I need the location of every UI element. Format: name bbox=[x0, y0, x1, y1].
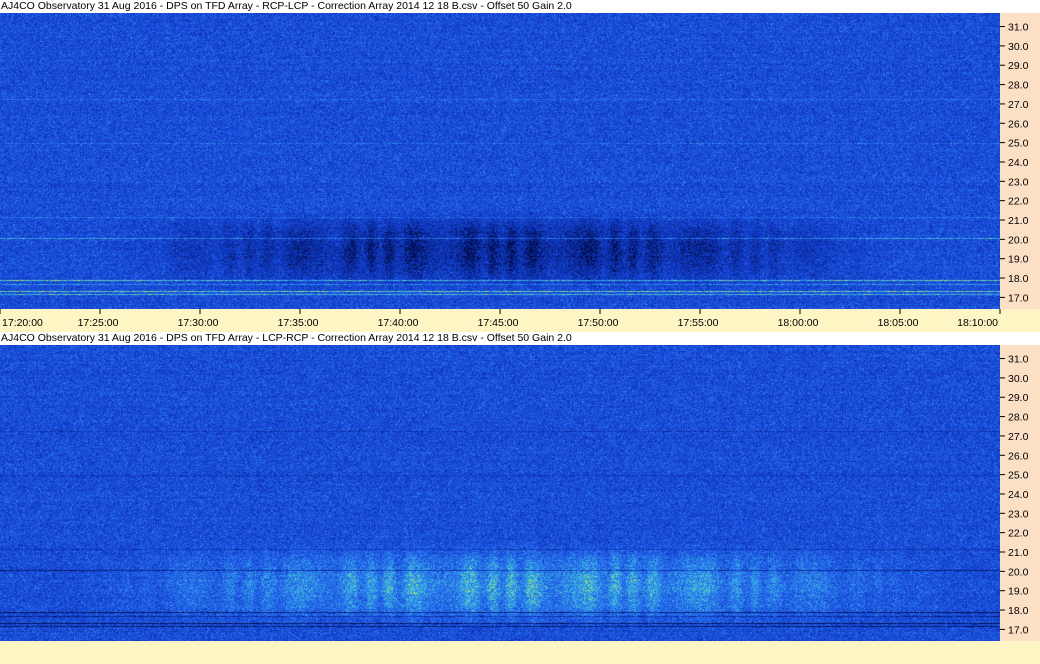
y-tick-label-1-6: 25.0 bbox=[1008, 470, 1029, 482]
x-tick-label-0-5: 17:45:00 bbox=[478, 317, 519, 329]
y-tick-label-1-1: 30.0 bbox=[1008, 373, 1029, 385]
y-tick-label-1-14: 17.0 bbox=[1008, 624, 1029, 636]
y-tick-label-1-13: 18.0 bbox=[1008, 605, 1029, 617]
frequency-axis-lcp-rcp: 31.0 30.0 29.0 28.0 27.0 26.0 25.0 24.0 23.0 22.0… bbox=[1000, 345, 1040, 641]
y-tick-label-0-14: 17.0 bbox=[1008, 292, 1029, 304]
x-tick-label-0-2: 17:30:00 bbox=[178, 317, 219, 329]
x-tick-label-0-3: 17:35:00 bbox=[278, 317, 319, 329]
time-axis-lcp-rcp bbox=[0, 641, 1040, 664]
y-tick-label-0-13: 18.0 bbox=[1008, 273, 1029, 285]
panel-title-rcp-lcp: AJ4CO Observatory 31 Aug 2016 - DPS on T… bbox=[1, 0, 572, 12]
y-tick-label-1-5: 26.0 bbox=[1008, 450, 1029, 462]
y-tick-label-1-0: 31.0 bbox=[1008, 354, 1029, 366]
y-tick-label-0-9: 22.0 bbox=[1008, 196, 1029, 208]
frequency-axis-rcp-lcp: 31.0 30.0 29.0 28.0 27.0 26.0 25.0 24.0 23.0 22.0… bbox=[1000, 13, 1040, 309]
spectrogram-rcp-lcp bbox=[0, 13, 1000, 309]
y-tick-label-0-5: 26.0 bbox=[1008, 118, 1029, 130]
y-tick-label-0-2: 29.0 bbox=[1008, 60, 1029, 72]
x-tick-label-0-1: 17:25:00 bbox=[78, 317, 119, 329]
x-tick-label-0-4: 17:40:00 bbox=[378, 317, 419, 329]
spectrogram-lcp-rcp bbox=[0, 345, 1000, 641]
x-tick-label-0-9: 18:05:00 bbox=[878, 317, 919, 329]
y-tick-label-1-7: 24.0 bbox=[1008, 489, 1029, 501]
y-tick-label-0-3: 28.0 bbox=[1008, 80, 1029, 92]
y-tick-label-1-12: 19.0 bbox=[1008, 586, 1029, 598]
y-tick-label-0-0: 31.0 bbox=[1008, 22, 1029, 34]
y-tick-label-0-6: 25.0 bbox=[1008, 138, 1029, 150]
x-tick-label-0-6: 17:50:00 bbox=[578, 317, 619, 329]
panel-title-lcp-rcp: AJ4CO Observatory 31 Aug 2016 - DPS on T… bbox=[1, 332, 572, 344]
x-tick-label-0-7: 17:55:00 bbox=[678, 317, 719, 329]
y-tick-label-1-4: 27.0 bbox=[1008, 431, 1029, 443]
y-tick-label-0-8: 23.0 bbox=[1008, 176, 1029, 188]
y-tick-label-0-11: 20.0 bbox=[1008, 234, 1029, 246]
y-tick-label-1-11: 20.0 bbox=[1008, 566, 1029, 578]
time-axis-rcp-lcp: 17:20:00 17:25:00 17:30:00 17:35:00 17:40:00… bbox=[0, 309, 1040, 332]
y-tick-label-1-3: 28.0 bbox=[1008, 412, 1029, 424]
y-tick-label-0-10: 21.0 bbox=[1008, 215, 1029, 227]
y-tick-label-0-4: 27.0 bbox=[1008, 99, 1029, 111]
y-tick-label-1-10: 21.0 bbox=[1008, 547, 1029, 559]
y-tick-label-1-9: 22.0 bbox=[1008, 528, 1029, 540]
x-tick-label-0-10: 18:10:00 bbox=[957, 317, 998, 329]
y-tick-label-1-2: 29.0 bbox=[1008, 392, 1029, 404]
y-tick-label-0-1: 30.0 bbox=[1008, 41, 1029, 53]
x-tick-label-0-0: 17:20:00 bbox=[2, 317, 43, 329]
x-tick-label-0-8: 18:00:00 bbox=[778, 317, 819, 329]
y-tick-label-0-12: 19.0 bbox=[1008, 254, 1029, 266]
y-tick-label-0-7: 24.0 bbox=[1008, 157, 1029, 169]
y-tick-label-1-8: 23.0 bbox=[1008, 508, 1029, 520]
